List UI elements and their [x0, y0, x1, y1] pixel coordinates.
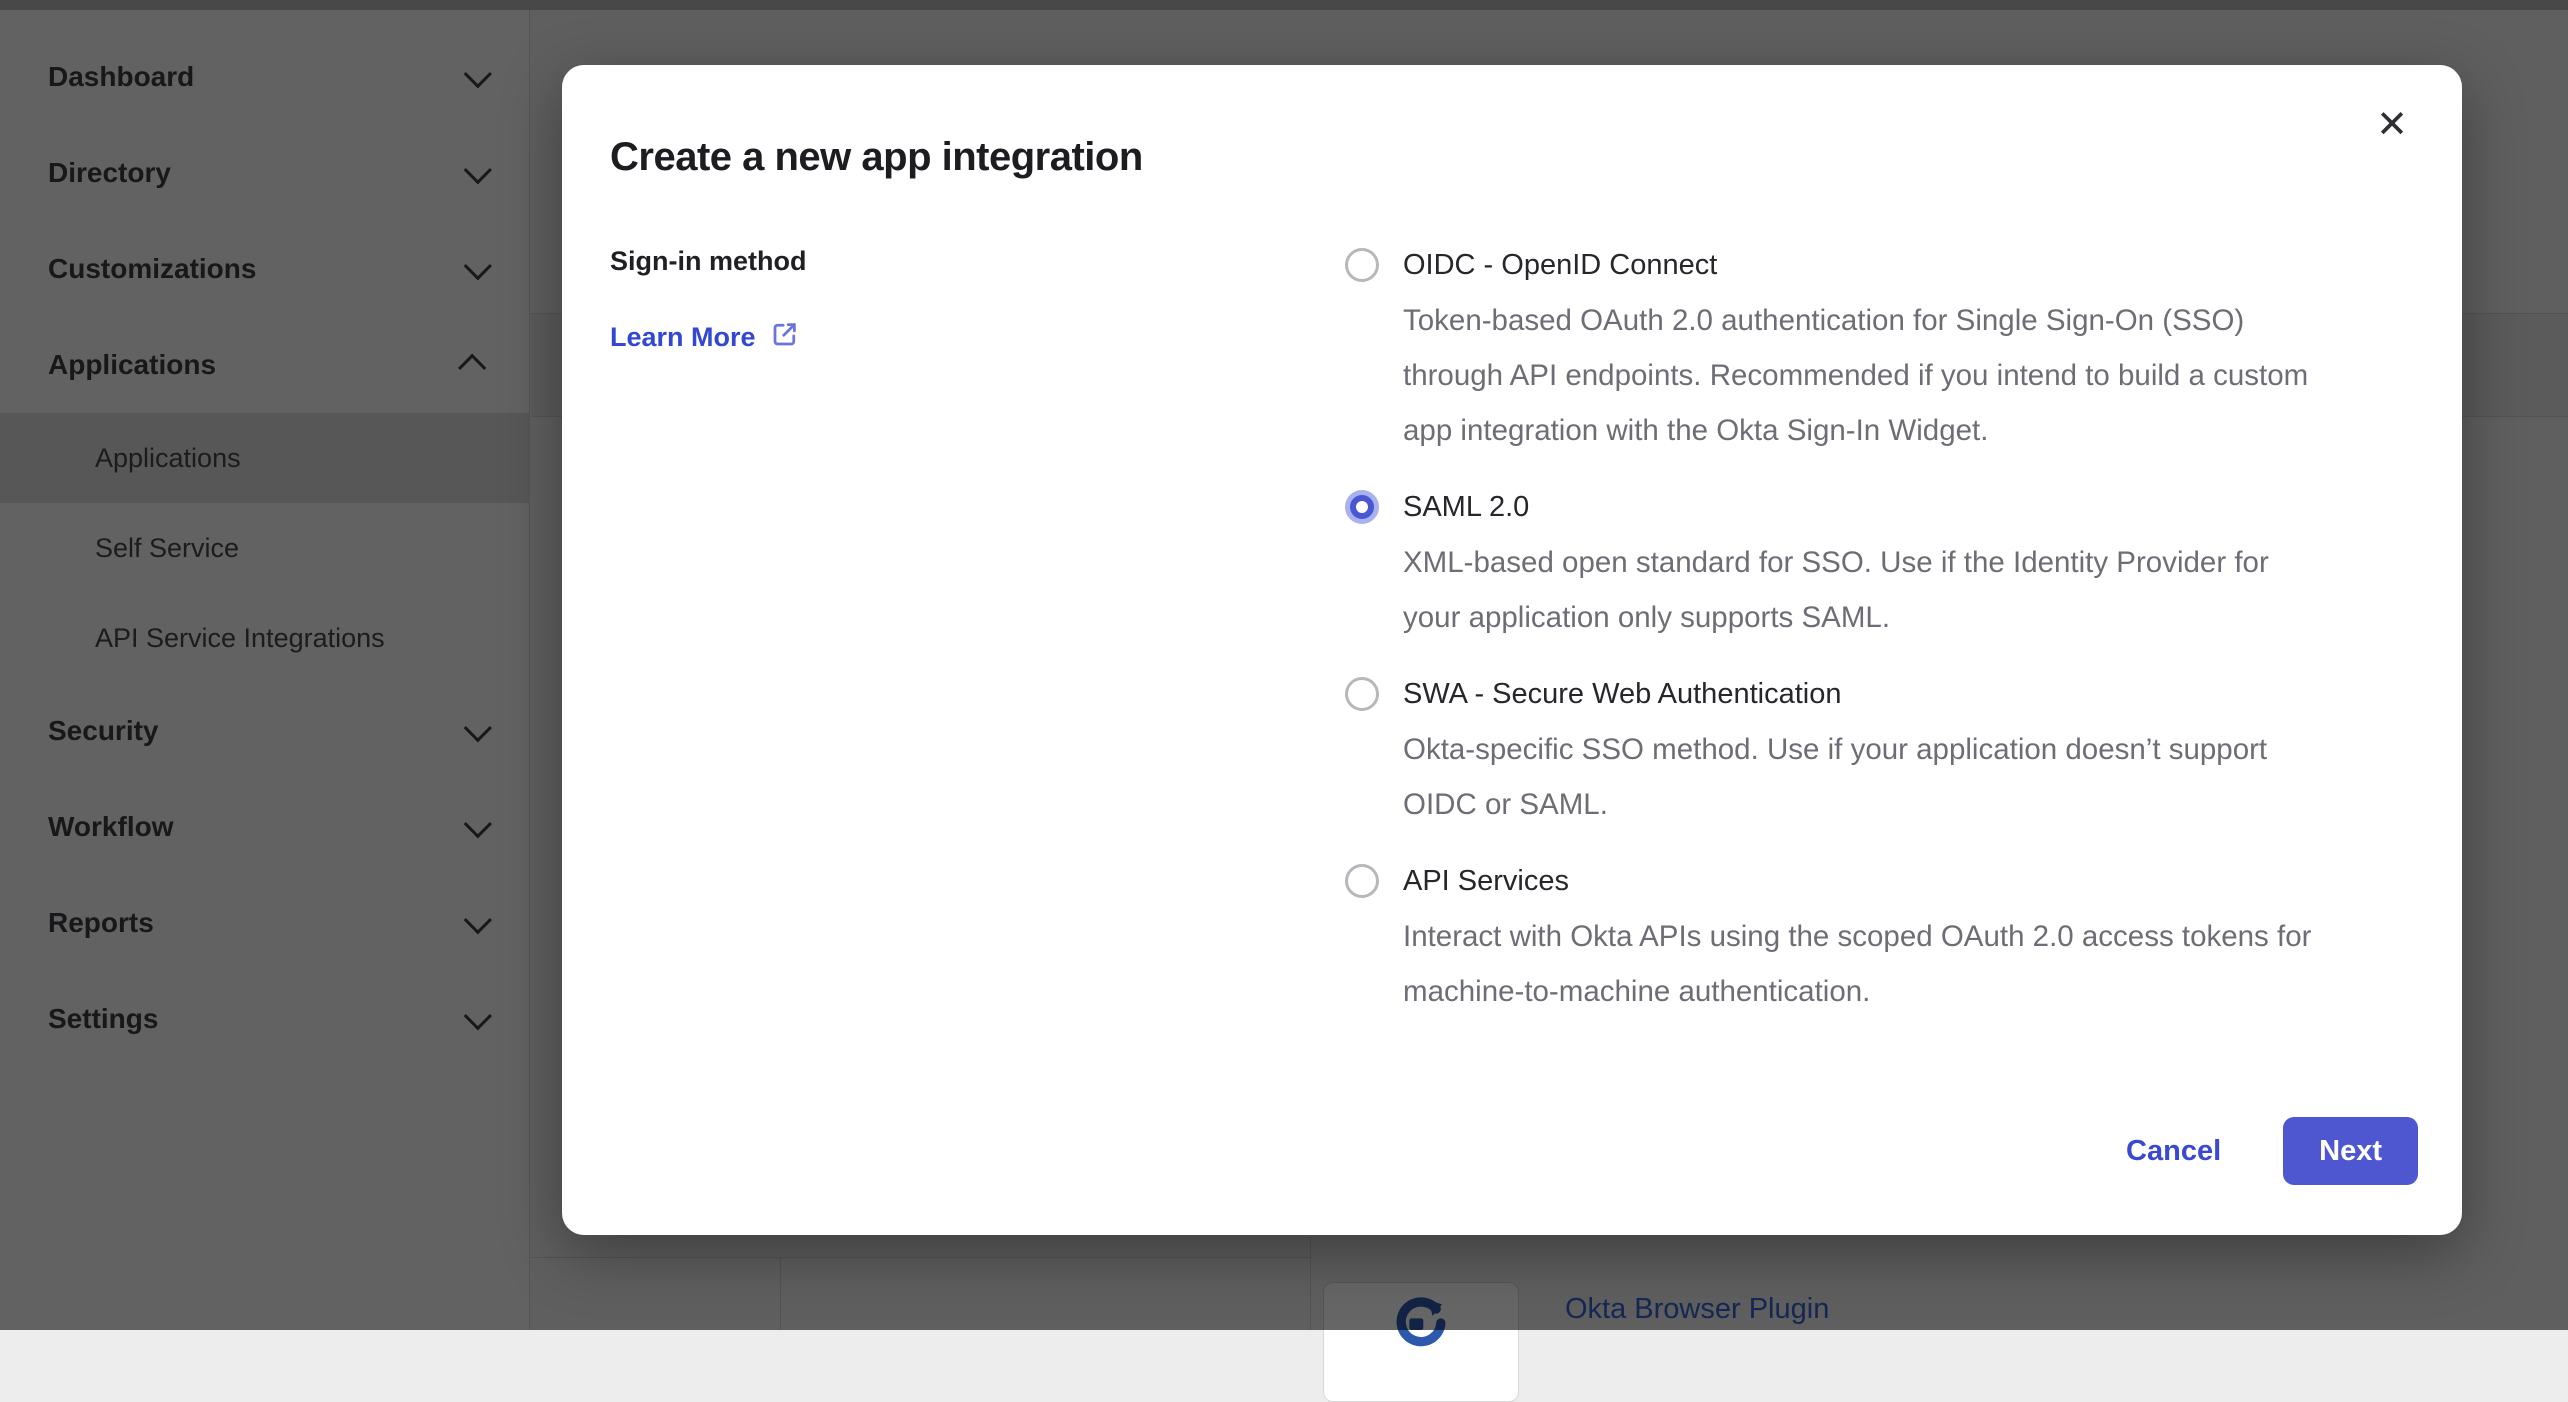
option-label: OIDC - OpenID Connect [1403, 238, 2308, 293]
radio-swa[interactable] [1345, 677, 1379, 711]
radio-api-services[interactable] [1345, 864, 1379, 898]
close-icon[interactable]: ✕ [2362, 95, 2422, 155]
sign-in-method-options: OIDC - OpenID Connect Token-based OAuth … [1345, 238, 2414, 1019]
option-saml[interactable]: SAML 2.0 XML-based open standard for SSO… [1345, 480, 2414, 645]
option-oidc[interactable]: OIDC - OpenID Connect Token-based OAuth … [1345, 238, 2414, 458]
create-app-integration-modal: ✕ Create a new app integration Sign-in m… [562, 65, 2462, 1235]
next-button[interactable]: Next [2283, 1117, 2418, 1185]
option-api-services[interactable]: API Services Interact with Okta APIs usi… [1345, 854, 2414, 1019]
sign-in-method-label: Sign-in method [610, 246, 1345, 277]
radio-oidc[interactable] [1345, 248, 1379, 282]
option-description: Interact with Okta APIs using the scoped… [1403, 909, 2311, 1019]
option-swa[interactable]: SWA - Secure Web Authentication Okta-spe… [1345, 667, 2414, 832]
option-description: XML-based open standard for SSO. Use if … [1403, 535, 2269, 645]
option-label: API Services [1403, 854, 2311, 909]
learn-more-label: Learn More [610, 322, 756, 353]
option-description: Token-based OAuth 2.0 authentication for… [1403, 293, 2308, 458]
radio-saml-selected[interactable] [1345, 490, 1379, 524]
modal-title: Create a new app integration [610, 135, 2414, 180]
external-link-icon [770, 319, 800, 356]
option-label: SAML 2.0 [1403, 480, 2269, 535]
learn-more-link[interactable]: Learn More [610, 319, 800, 356]
option-label: SWA - Secure Web Authentication [1403, 667, 2267, 722]
option-description: Okta-specific SSO method. Use if your ap… [1403, 722, 2267, 832]
cancel-button[interactable]: Cancel [2126, 1135, 2221, 1168]
